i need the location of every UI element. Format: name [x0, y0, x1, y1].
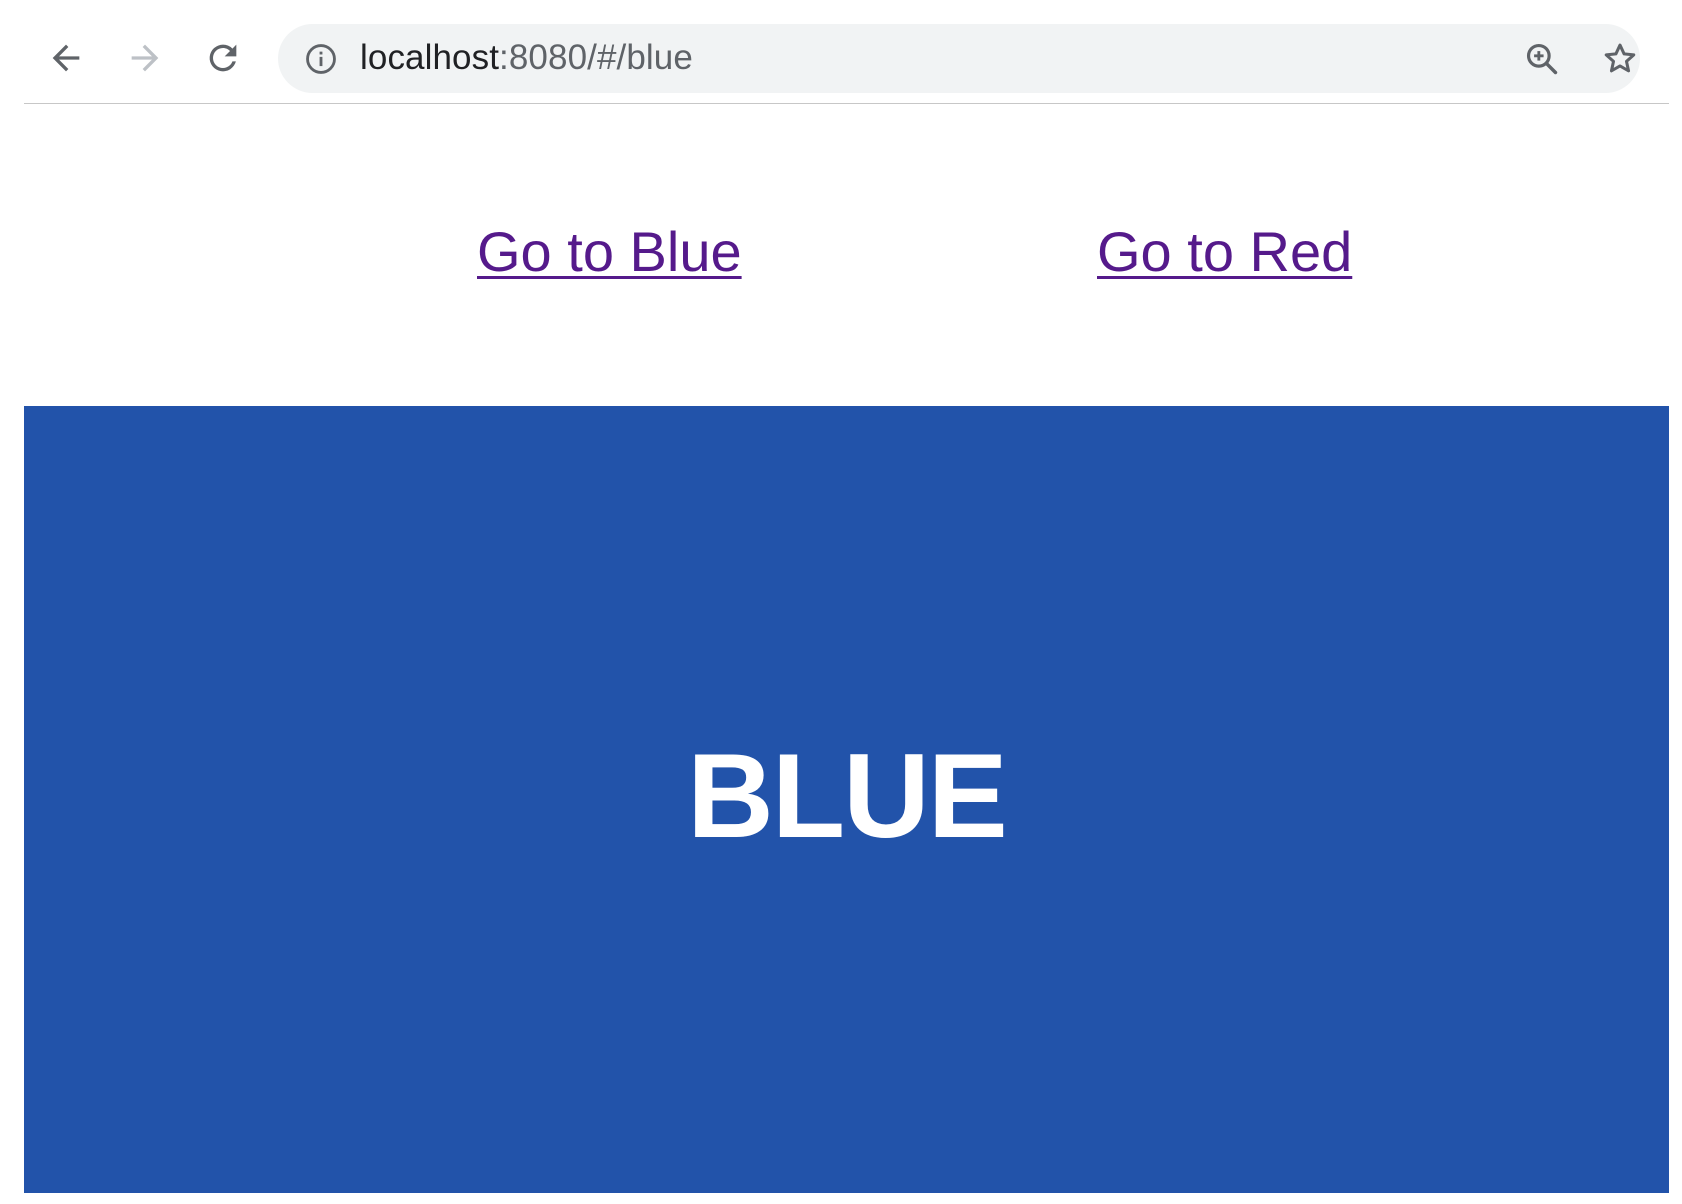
forward-button[interactable] — [123, 36, 167, 80]
url-text[interactable]: localhost:8080/#/blue — [360, 38, 693, 78]
arrow-right-icon — [131, 44, 159, 72]
go-to-red-link[interactable]: Go to Red — [1097, 220, 1352, 284]
zoom-in-icon — [1526, 43, 1558, 75]
back-button[interactable] — [44, 36, 88, 80]
info-icon — [306, 44, 336, 74]
bookmark-button[interactable] — [1600, 39, 1640, 79]
panel-title: BLUE — [687, 728, 1008, 863]
go-to-blue-link[interactable]: Go to Blue — [477, 220, 742, 284]
reload-icon — [209, 44, 237, 72]
blue-panel: BLUE — [24, 406, 1669, 1193]
url-path: :8080/#/blue — [499, 38, 693, 77]
browser-window: localhost:8080/#/blue Go to Blue Go to R… — [0, 0, 1682, 1204]
arrow-left-icon — [52, 44, 80, 72]
reload-button[interactable] — [201, 36, 245, 80]
star-icon — [1604, 43, 1636, 73]
site-info-button[interactable] — [304, 42, 338, 76]
address-bar[interactable]: localhost:8080/#/blue — [278, 24, 1640, 93]
browser-toolbar: localhost:8080/#/blue — [24, 0, 1669, 104]
route-links: Go to Blue Go to Red — [24, 104, 1669, 406]
zoom-button[interactable] — [1522, 39, 1562, 79]
url-host: localhost — [360, 38, 500, 77]
